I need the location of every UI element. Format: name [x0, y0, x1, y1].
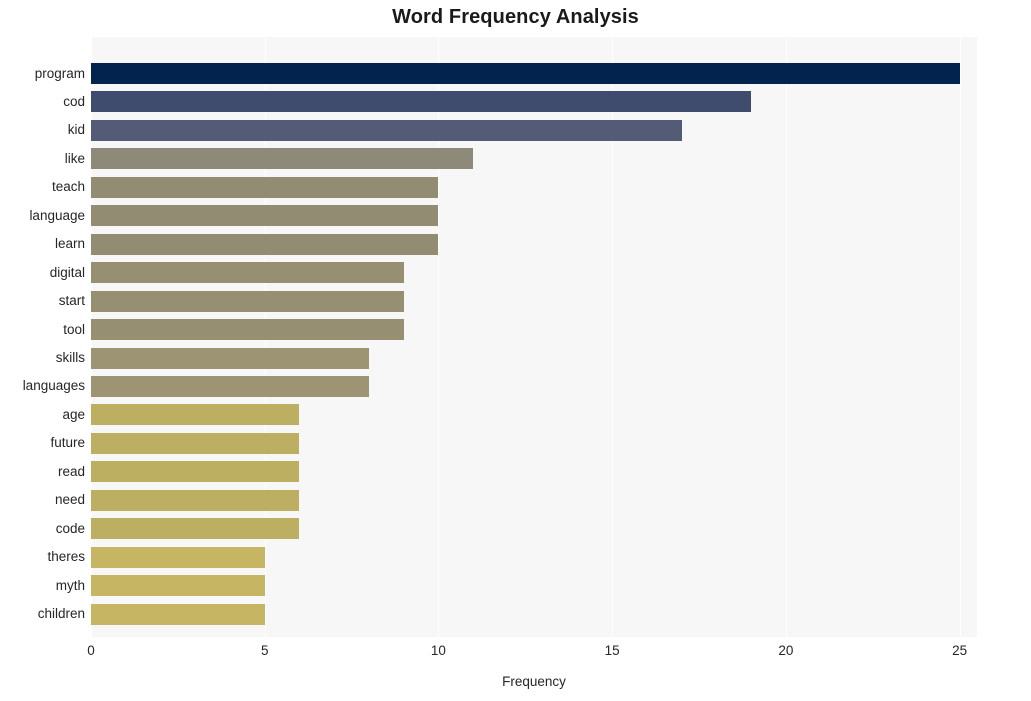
y-tick-label-program: program	[34, 65, 85, 81]
y-tick-label-need: need	[54, 492, 85, 508]
bar-skills[interactable]	[91, 347, 369, 369]
bar-future[interactable]	[91, 432, 300, 454]
bar-need[interactable]	[91, 489, 300, 511]
y-tick-label-read: read	[57, 463, 85, 479]
x-tick-label-0: 0	[87, 643, 95, 658]
y-tick-label-languages: languages	[22, 378, 85, 394]
y-tick-label-children: children	[37, 606, 85, 622]
y-tick-label-kid: kid	[67, 122, 85, 138]
x-tick-label-5: 5	[260, 643, 269, 658]
x-axis-tick-labels: 0 5 10 15 20 25	[0, 643, 1031, 665]
x-tick-label-15: 15	[604, 643, 620, 658]
y-tick-label-age: age	[62, 406, 85, 422]
bar-like[interactable]	[91, 148, 474, 170]
bar-learn[interactable]	[91, 233, 439, 255]
x-tick-label-10: 10	[430, 643, 446, 658]
bar-kid[interactable]	[91, 119, 682, 141]
y-tick-label-like: like	[64, 150, 85, 166]
bars-layer	[91, 37, 977, 637]
bar-code[interactable]	[91, 518, 300, 540]
bar-age[interactable]	[91, 404, 300, 426]
y-tick-label-language: language	[29, 207, 85, 223]
bar-theres[interactable]	[91, 546, 265, 568]
chart-title: Word Frequency Analysis	[392, 6, 639, 28]
x-tick-label-20: 20	[778, 643, 794, 658]
x-axis-title: Frequency	[502, 674, 566, 689]
bar-myth[interactable]	[91, 575, 265, 597]
bar-digital[interactable]	[91, 262, 404, 284]
bar-children[interactable]	[91, 603, 265, 625]
bar-language[interactable]	[91, 205, 439, 227]
y-tick-label-learn: learn	[54, 236, 85, 252]
y-tick-label-skills: skills	[55, 350, 85, 365]
bar-program[interactable]	[91, 63, 960, 84]
y-tick-label-code: code	[55, 520, 85, 536]
bar-cod[interactable]	[91, 91, 752, 113]
bar-languages[interactable]	[91, 375, 369, 397]
y-tick-label-digital: digital	[49, 264, 85, 280]
y-tick-label-start: start	[58, 293, 85, 309]
y-tick-label-cod: cod	[63, 93, 85, 109]
y-axis-tick-labels: program cod kid like teach language learn digit…	[0, 37, 85, 637]
y-tick-label-teach: teach	[51, 179, 85, 195]
x-tick-label-25: 25	[952, 643, 968, 658]
y-tick-label-future: future	[50, 435, 85, 451]
bar-tool[interactable]	[91, 319, 404, 341]
y-tick-label-myth: myth	[55, 577, 85, 593]
bar-start[interactable]	[91, 290, 404, 312]
y-tick-label-theres: theres	[47, 549, 85, 565]
bar-read[interactable]	[91, 461, 300, 483]
chart-figure: Word Frequency Analysis program cod kid lik…	[0, 0, 1031, 701]
bar-teach[interactable]	[91, 176, 439, 198]
y-tick-label-tool: tool	[63, 321, 85, 337]
